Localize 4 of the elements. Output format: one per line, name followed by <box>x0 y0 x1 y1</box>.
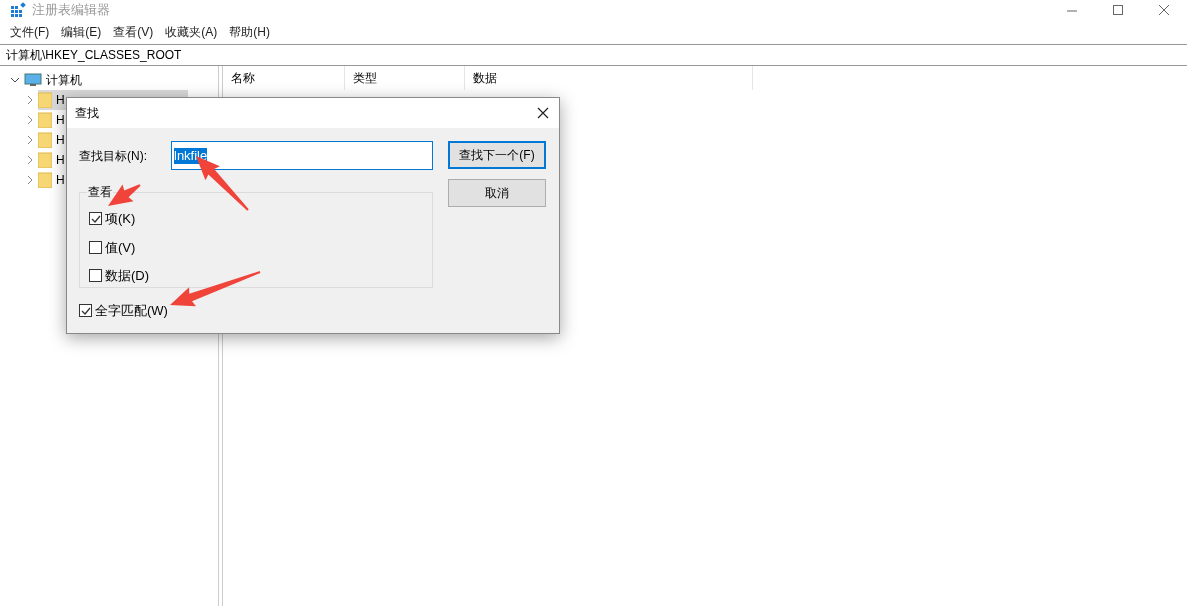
dialog-title: 查找 <box>75 105 99 122</box>
field-label: 查找目标(N): <box>79 147 148 165</box>
window-title: 注册表编辑器 <box>32 1 110 20</box>
group-title: 查看 <box>87 183 113 201</box>
